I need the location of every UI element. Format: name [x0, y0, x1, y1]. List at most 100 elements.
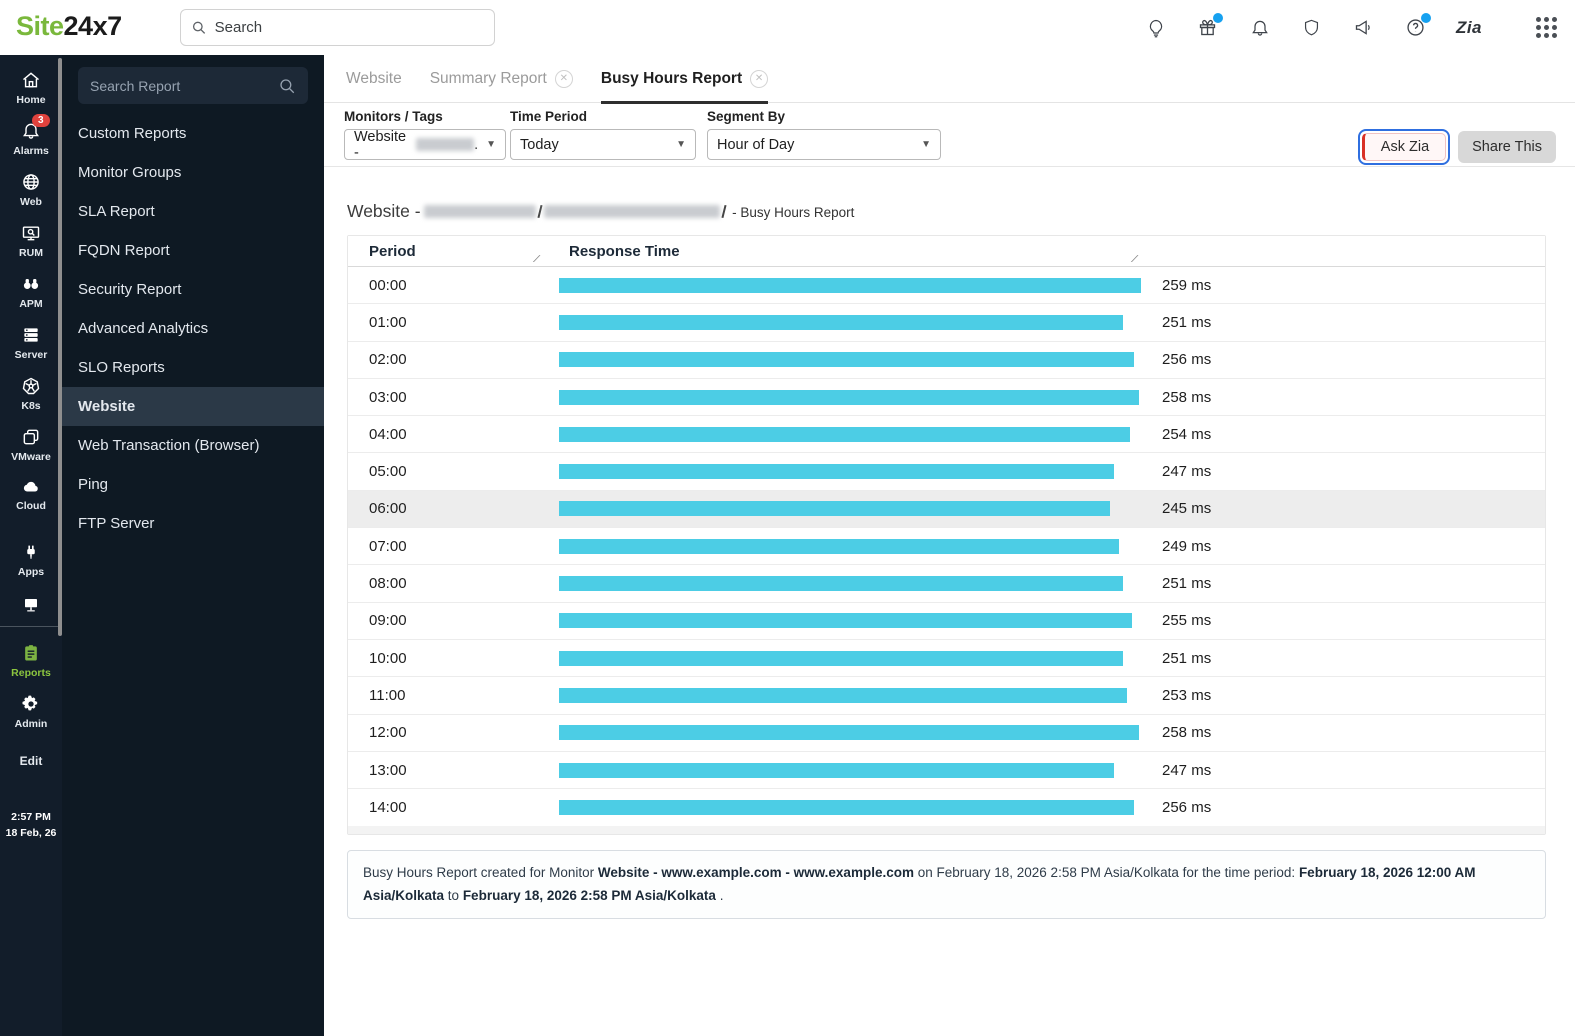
kubernetes-icon	[22, 377, 40, 395]
reports-nav-panel: Custom ReportsMonitor GroupsSLA ReportFQ…	[62, 55, 324, 1036]
tab-busy-hours-report[interactable]: Busy Hours Report ✕	[600, 55, 769, 104]
response-time-bar	[559, 725, 1139, 741]
table-row[interactable]: 04:00 254 ms	[348, 416, 1545, 454]
time-period-dropdown[interactable]: Today ▼	[510, 129, 696, 160]
share-this-button[interactable]: Share This	[1458, 131, 1556, 163]
sidebar-item-k8s[interactable]: K8s	[0, 376, 62, 412]
sidebar-item-server[interactable]: Server	[0, 325, 62, 361]
response-time-bar	[559, 352, 1135, 368]
table-row[interactable]: 13:00 247 ms	[348, 752, 1545, 790]
response-bar-track	[559, 725, 1141, 741]
response-bar-track	[559, 538, 1141, 554]
column-resize-handle[interactable]: ⁄⁄	[1132, 254, 1136, 265]
table-row[interactable]: 07:00 249 ms	[348, 528, 1545, 566]
report-menu-item-advanced-analytics[interactable]: Advanced Analytics	[62, 309, 324, 348]
report-menu-item-ping[interactable]: Ping	[62, 465, 324, 504]
table-header-row: Period Response Time ⁄⁄ ⁄⁄	[348, 236, 1545, 267]
sidebar-item-alarms[interactable]: 3 Alarms	[0, 114, 62, 157]
search-icon	[280, 78, 295, 93]
sidebar-item-rum[interactable]: RUM	[0, 223, 62, 259]
chevron-down-icon: ▼	[921, 139, 931, 150]
table-row[interactable]: 01:00 251 ms	[348, 304, 1545, 342]
security-shield-icon[interactable]	[1300, 16, 1324, 40]
whats-new-gift-icon[interactable]	[1196, 12, 1223, 40]
rum-monitor-icon	[22, 226, 40, 241]
sidebar-item-admin[interactable]: Admin	[0, 694, 62, 730]
sidebar-item-reports[interactable]: Reports	[0, 643, 62, 679]
report-search-input[interactable]	[90, 77, 278, 94]
table-row[interactable]: 11:00 253 ms	[348, 677, 1545, 715]
response-time-value: 251 ms	[1162, 575, 1212, 593]
sidebar-item-apm[interactable]: APM	[0, 274, 62, 310]
report-menu-item-slo-reports[interactable]: SLO Reports	[62, 348, 324, 387]
segment-by-label: Segment By	[707, 109, 786, 124]
zia-icon[interactable]: Zia	[1456, 16, 1482, 40]
tab-website[interactable]: Website	[346, 55, 402, 103]
table-row[interactable]: 08:00 251 ms	[348, 565, 1545, 603]
top-header: Site24x7 Zia	[0, 0, 1575, 55]
period-cell: 14:00	[369, 799, 407, 817]
main-content: Website Summary Report ✕ Busy Hours Repo…	[324, 55, 1575, 1036]
response-bar-track	[559, 762, 1141, 778]
table-row[interactable]: 05:00 247 ms	[348, 453, 1545, 491]
response-time-value: 254 ms	[1162, 425, 1212, 443]
close-tab-icon[interactable]: ✕	[750, 69, 769, 88]
report-menu-item-fqdn-report[interactable]: FQDN Report	[62, 231, 324, 270]
ideas-bulb-icon[interactable]	[1144, 16, 1168, 40]
monitors-tags-dropdown[interactable]: Website - . ▼	[344, 129, 506, 161]
close-tab-icon[interactable]: ✕	[554, 69, 573, 88]
table-row[interactable]: 06:00 245 ms	[348, 490, 1545, 529]
sidebar-item-web[interactable]: Web	[0, 172, 62, 208]
app-switcher-icon[interactable]	[1536, 17, 1557, 38]
logo-part-24x7: 24x7	[63, 11, 123, 41]
table-row[interactable]: 00:00 259 ms	[348, 267, 1545, 305]
report-menu-item-ftp-server[interactable]: FTP Server	[62, 504, 324, 543]
response-bar-track	[559, 464, 1141, 480]
help-icon[interactable]	[1404, 12, 1431, 40]
announcements-megaphone-icon[interactable]	[1352, 16, 1376, 40]
sidebar-item-home[interactable]: Home	[0, 70, 62, 106]
sidebar-item-cloud[interactable]: Cloud	[0, 478, 62, 512]
apm-binoculars-icon	[23, 279, 39, 289]
report-menu-item-monitor-groups[interactable]: Monitor Groups	[62, 153, 324, 192]
sidebar-clock: 2:57 PM 18 Feb, 26	[0, 810, 62, 842]
site24x7-logo[interactable]: Site24x7	[16, 11, 122, 42]
monitor-icon	[25, 599, 37, 612]
notifications-bell-icon[interactable]	[1248, 16, 1272, 40]
sidebar-item-device[interactable]	[0, 596, 62, 614]
table-scrollbar-track[interactable]	[348, 826, 1545, 835]
time-period-label: Time Period	[510, 109, 588, 124]
table-row[interactable]: 09:00 255 ms	[348, 603, 1545, 640]
reports-clipboard-icon	[25, 645, 37, 661]
sidebar-item-vmware[interactable]: VMware	[0, 427, 62, 463]
table-row[interactable]: 14:00 256 ms	[348, 789, 1545, 826]
report-menu-item-sla-report[interactable]: SLA Report	[62, 192, 324, 231]
segment-by-dropdown[interactable]: Hour of Day ▼	[707, 129, 941, 160]
period-cell: 10:00	[369, 649, 407, 667]
table-row[interactable]: 10:00 251 ms	[348, 640, 1545, 678]
filter-bar: Monitors / Tags Website - . ▼ Time Perio…	[324, 103, 1575, 167]
report-menu-item-custom-reports[interactable]: Custom Reports	[62, 114, 324, 153]
period-cell: 06:00	[369, 500, 407, 518]
report-menu-item-website[interactable]: Website	[62, 387, 324, 426]
report-search-box[interactable]	[78, 67, 308, 104]
column-header-period[interactable]: Period	[348, 243, 559, 260]
ask-zia-button[interactable]: Ask Zia	[1357, 129, 1451, 165]
search-input[interactable]	[214, 19, 484, 36]
response-time-value: 247 ms	[1162, 463, 1212, 481]
tab-summary-report[interactable]: Summary Report ✕	[430, 55, 573, 103]
primary-nav-sidebar: Home 3 Alarms Web RUM APM Server K8s VMw…	[0, 55, 62, 1036]
sidebar-item-apps[interactable]: Apps	[0, 542, 62, 578]
tab-bar: Website Summary Report ✕ Busy Hours Repo…	[324, 55, 1575, 104]
gift-notification-dot	[1212, 12, 1223, 23]
report-menu-item-web-transaction-browser-[interactable]: Web Transaction (Browser)	[62, 426, 324, 465]
report-menu-item-security-report[interactable]: Security Report	[62, 270, 324, 309]
table-row[interactable]: 03:00 258 ms	[348, 379, 1545, 417]
sidebar-item-edit[interactable]: Edit	[0, 754, 62, 768]
column-header-response-time[interactable]: Response Time	[559, 243, 680, 260]
table-row[interactable]: 12:00 258 ms	[348, 715, 1545, 752]
table-row[interactable]: 02:00 256 ms	[348, 342, 1545, 379]
period-cell: 01:00	[369, 313, 407, 331]
busy-hours-table: Period Response Time ⁄⁄ ⁄⁄ 00:00 259 ms 01…	[347, 235, 1546, 836]
global-search[interactable]	[180, 9, 495, 46]
